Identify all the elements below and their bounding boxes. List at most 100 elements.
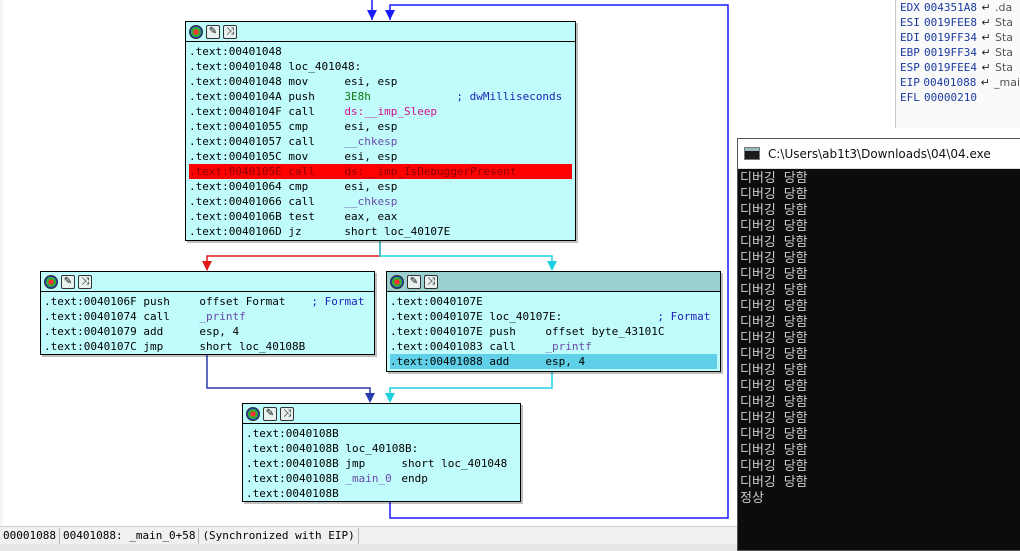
mnemonic: call xyxy=(288,195,315,208)
code-line[interactable]: .text:0040107E xyxy=(390,294,717,309)
mnemonic: add xyxy=(489,355,510,368)
register-row-esp[interactable]: ESP 0019FEE4 ↵ Sta xyxy=(896,60,1020,75)
return-arrow-icon[interactable]: ↵ xyxy=(979,15,993,30)
code-line[interactable]: .text:00401066 call __chkesp xyxy=(189,194,572,209)
code-line[interactable]: .text:0040105C mov esi, esp xyxy=(189,149,572,164)
code-line[interactable]: .text:00401057 call __chkesp xyxy=(189,134,572,149)
function-name[interactable]: _main_0 xyxy=(345,471,401,486)
code-line[interactable]: .text:0040107E push offset byte_43101C xyxy=(390,324,717,339)
code-line[interactable]: .text:0040106F push offset Format; Format xyxy=(44,294,371,309)
console-line: 디버깅 당함 xyxy=(740,235,808,250)
label[interactable]: loc_401048: xyxy=(288,60,361,73)
operand-function[interactable]: __chkesp xyxy=(344,195,397,208)
graph-icon[interactable]: ⤨ xyxy=(78,274,92,289)
register-row-efl[interactable]: EFL 00000210 xyxy=(896,90,1020,105)
code-line[interactable]: .text:0040104A push 3E8h ; dwMilliseconds xyxy=(189,89,572,104)
code-line[interactable]: .text:00401048 loc_401048: xyxy=(189,59,572,74)
code-line[interactable]: .text:00401079 add esp, 4 xyxy=(44,324,371,339)
address: .text:00401088 xyxy=(390,355,483,368)
graph-node-debugger-detected[interactable]: ✎ ⤨ .text:0040106F push offset Format; Fo… xyxy=(40,271,375,355)
console-window[interactable]: C:\Users\ab1t3\Downloads\04\04.exe 디버깅 당… xyxy=(737,138,1020,551)
operand-function[interactable]: __chkesp xyxy=(344,135,397,148)
graph-icon[interactable]: ⤨ xyxy=(280,406,294,421)
address: .text:00401066 xyxy=(189,195,282,208)
code-line[interactable]: .text:0040106B test eax, eax xyxy=(189,209,572,224)
return-arrow-icon[interactable]: ↵ xyxy=(979,60,993,75)
register-hint: Sta xyxy=(994,31,1014,44)
register-value[interactable]: 0019FEE8 xyxy=(924,15,977,30)
pencil-icon[interactable]: ✎ xyxy=(407,274,421,289)
register-hint: _mai xyxy=(993,76,1020,89)
bottom-scrollbar[interactable] xyxy=(0,544,737,551)
code-line[interactable]: .text:00401048 mov esi, esp xyxy=(189,74,572,89)
register-value[interactable]: 0019FF34 xyxy=(924,30,977,45)
register-value[interactable]: 0019FF34 xyxy=(924,45,977,60)
color-wheel-icon[interactable] xyxy=(390,274,404,289)
operand-function[interactable]: _printf xyxy=(545,340,591,353)
operand-import[interactable]: ds:__imp_IsDebuggerPresent xyxy=(344,165,516,178)
register-value[interactable]: 00000210 xyxy=(924,90,977,105)
graph-node-loc-401048[interactable]: ✎ ⤨ .text:00401048 .text:00401048 loc_40… xyxy=(185,21,576,241)
console-line: 디버깅 당함 xyxy=(740,475,808,490)
code-line[interactable]: .text:00401055 cmp esi, esp xyxy=(189,119,572,134)
address: .text:00401048 xyxy=(189,45,282,58)
return-arrow-icon[interactable]: ↵ xyxy=(978,75,992,90)
code-line[interactable]: .text:0040104F call ds:__imp_Sleep xyxy=(189,104,572,119)
code-line[interactable]: .text:0040108B loc_40108B: xyxy=(246,441,517,456)
code-line[interactable]: .text:00401048 xyxy=(189,44,572,59)
operand-jump-target[interactable]: short loc_401048 xyxy=(401,457,507,470)
code-line[interactable]: .text:0040108B _main_0 endp xyxy=(246,471,517,486)
comment: ; Format xyxy=(311,295,365,308)
code-line[interactable]: .text:0040108B xyxy=(246,426,517,441)
operand-jump-target[interactable]: short loc_40108B xyxy=(199,340,305,353)
register-row-edi[interactable]: EDI 0019FF34 ↵ Sta xyxy=(896,30,1020,45)
register-row-edx[interactable]: EDX 004351A8 ↵ .da xyxy=(896,0,1020,15)
color-wheel-icon[interactable] xyxy=(44,274,58,289)
console-titlebar[interactable]: C:\Users\ab1t3\Downloads\04\04.exe xyxy=(738,139,1020,169)
code-line[interactable]: .text:0040107C jmp short loc_40108B xyxy=(44,339,371,354)
address: .text:00401074 xyxy=(44,310,137,323)
register-row-eip[interactable]: EIP 00401088 ↵ _mai xyxy=(896,75,1020,90)
operand-function[interactable]: _printf xyxy=(199,310,245,323)
address: .text:0040108B xyxy=(246,472,339,485)
code-line[interactable]: .text:00401074 call _printf xyxy=(44,309,371,324)
pencil-icon[interactable]: ✎ xyxy=(61,274,75,289)
console-output[interactable]: 디버깅 당함 디버깅 당함 디버깅 당함 디버깅 당함 디버깅 당함 디버깅 당… xyxy=(738,169,1020,509)
register-value[interactable]: 004351A8 xyxy=(924,0,977,15)
register-row-ebp[interactable]: EBP 0019FF34 ↵ Sta xyxy=(896,45,1020,60)
label[interactable]: loc_40108B: xyxy=(345,442,418,455)
return-arrow-icon[interactable]: ↵ xyxy=(979,0,993,15)
graph-node-loc-40107e[interactable]: ✎ ⤨ .text:0040107E .text:0040107E loc_40… xyxy=(386,271,721,372)
color-wheel-icon[interactable] xyxy=(189,24,203,39)
console-line: 디버깅 당함 xyxy=(740,315,808,330)
code-line[interactable]: .text:0040106D jz short loc_40107E xyxy=(189,224,572,239)
operand-jump-target[interactable]: short loc_40107E xyxy=(344,225,450,238)
node-header: ✎ ⤨ xyxy=(186,22,575,42)
code-line[interactable]: .text:0040107E loc_40107E:; Format xyxy=(390,309,717,324)
code-line[interactable]: .text:0040108B jmp short loc_401048 xyxy=(246,456,517,471)
graph-node-loc-40108b[interactable]: ✎ ⤨ .text:0040108B .text:0040108B loc_40… xyxy=(242,403,521,502)
code-line[interactable]: .text:0040108B xyxy=(246,486,517,501)
code-line-current-eip[interactable]: .text:00401088 add esp, 4 xyxy=(390,354,717,369)
code-line[interactable]: .text:00401083 call _printf xyxy=(390,339,717,354)
label[interactable]: loc_40107E: xyxy=(489,309,657,324)
console-line: 디버깅 당함 xyxy=(740,443,808,458)
code-line[interactable]: .text:00401064 cmp esi, esp xyxy=(189,179,572,194)
register-row-esi[interactable]: ESI 0019FEE8 ↵ Sta xyxy=(896,15,1020,30)
pencil-icon[interactable]: ✎ xyxy=(206,24,220,39)
operand-import[interactable]: ds:__imp_Sleep xyxy=(344,105,437,118)
code-line-breakpoint[interactable]: .text:0040105E call ds:__imp_IsDebuggerPr… xyxy=(189,164,572,179)
operand[interactable]: offset byte_43101C xyxy=(545,325,664,338)
graph-icon[interactable]: ⤨ xyxy=(223,24,237,39)
console-line: 디버깅 당함 xyxy=(740,187,808,202)
operand: endp xyxy=(401,472,428,485)
return-arrow-icon[interactable]: ↵ xyxy=(979,45,993,60)
color-wheel-icon[interactable] xyxy=(246,406,260,421)
pencil-icon[interactable]: ✎ xyxy=(263,406,277,421)
operand[interactable]: offset Format xyxy=(199,294,311,309)
address: .text:0040107E xyxy=(390,295,483,308)
graph-icon[interactable]: ⤨ xyxy=(424,274,438,289)
register-value[interactable]: 0019FEE4 xyxy=(924,60,977,75)
register-value[interactable]: 00401088 xyxy=(923,75,976,90)
return-arrow-icon[interactable]: ↵ xyxy=(979,30,993,45)
